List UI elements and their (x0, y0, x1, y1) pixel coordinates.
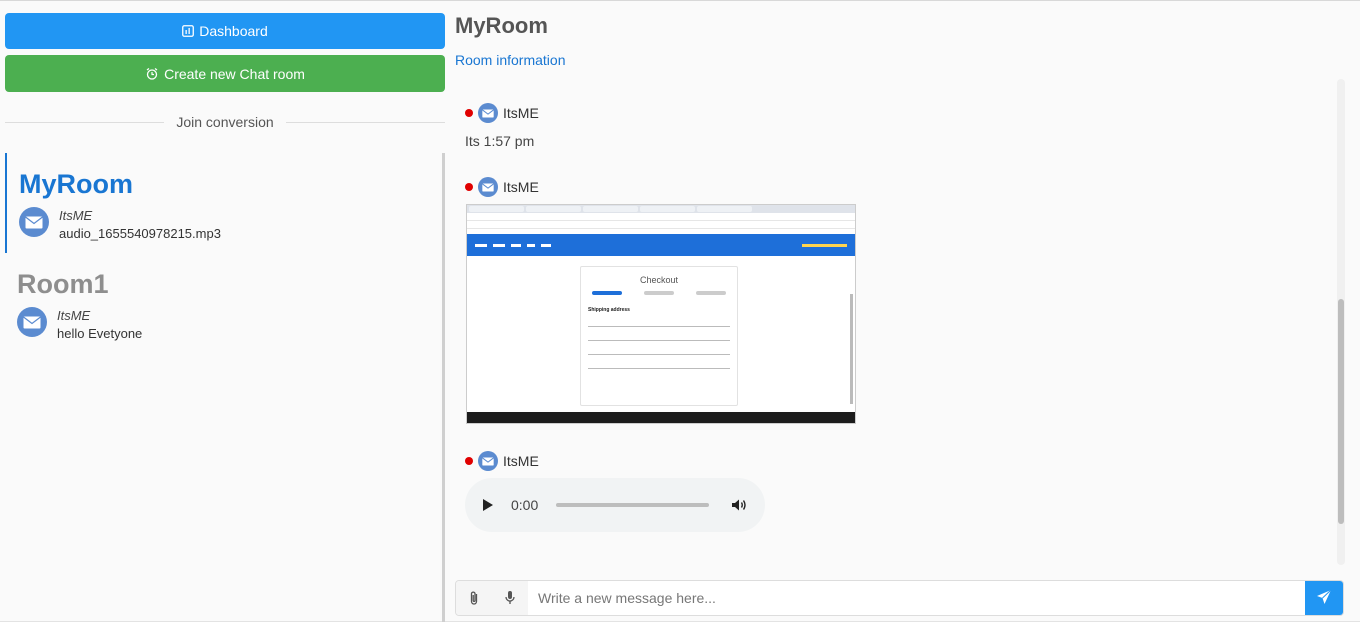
online-status-dot (465, 183, 473, 191)
room-information-link[interactable]: Room information (455, 52, 566, 68)
image-shipping-heading: Shipping address (588, 307, 630, 313)
message-sender: ItsME (503, 453, 539, 469)
room-list: MyRoom ItsME audio_1655540978215.mp3 Roo… (5, 153, 445, 622)
message-text: Its 1:57 pm (465, 133, 535, 149)
audio-player: 0:00 (465, 478, 765, 532)
message-scrollbar[interactable] (1337, 79, 1345, 565)
envelope-icon (478, 451, 498, 471)
room-preview: ItsME audio_1655540978215.mp3 (59, 207, 221, 243)
image-bookmarks-bar (467, 221, 855, 229)
image-checkout-card: Checkout Shipping address (580, 266, 738, 406)
room-name: MyRoom (19, 169, 133, 199)
message-image[interactable]: Checkout Shipping address (466, 204, 856, 424)
room-name: Room1 (17, 269, 109, 299)
envelope-icon (478, 177, 498, 197)
chat-title: MyRoom (455, 13, 548, 38)
paperclip-icon[interactable] (456, 581, 492, 615)
room-last-message: audio_1655540978215.mp3 (59, 226, 221, 241)
room-sender: ItsME (59, 208, 93, 223)
envelope-icon (478, 103, 498, 123)
create-room-button[interactable]: Create new Chat room (5, 55, 445, 92)
image-checkout-title: Checkout (639, 275, 679, 285)
room-item-myroom[interactable]: MyRoom ItsME audio_1655540978215.mp3 (5, 153, 442, 253)
room-preview: ItsME hello Evetyone (57, 307, 142, 343)
room-meta: ItsME hello Evetyone (17, 307, 442, 343)
send-icon (1316, 589, 1332, 608)
image-site-navbar (467, 234, 855, 256)
divider-line-left (5, 121, 165, 123)
dashboard-button[interactable]: Dashboard (5, 13, 445, 49)
message-sender: ItsME (503, 105, 539, 121)
create-room-label: Create new Chat room (164, 65, 305, 82)
dashboard-icon (182, 25, 195, 37)
room-meta: ItsME audio_1655540978215.mp3 (19, 207, 442, 243)
message-header: ItsME (465, 177, 539, 197)
online-status-dot (465, 109, 473, 117)
audio-progress-track[interactable] (556, 503, 709, 507)
microphone-icon[interactable] (492, 581, 528, 615)
sidebar: Dashboard Create new Chat room Join conv… (0, 1, 450, 622)
message-sender: ItsME (503, 179, 539, 195)
message-input[interactable] (528, 581, 1305, 615)
image-checkout-steps (581, 291, 737, 295)
message-list: ItsME Its 1:57 pm ItsME Checkout Shippin… (455, 79, 1345, 569)
volume-icon[interactable] (731, 498, 747, 512)
room-sender: ItsME (57, 308, 91, 323)
image-address-bar (467, 213, 855, 221)
message-header: ItsME (465, 103, 539, 123)
online-status-dot (465, 457, 473, 465)
envelope-icon (19, 207, 49, 237)
message-header: ItsME (465, 451, 539, 471)
divider-line-right (285, 121, 445, 123)
envelope-icon (17, 307, 47, 337)
alarm-icon (145, 67, 159, 81)
message-composer (455, 580, 1344, 616)
room-last-message: hello Evetyone (57, 326, 143, 341)
join-divider: Join conversion (5, 112, 445, 132)
play-icon[interactable] (483, 499, 493, 511)
join-divider-text: Join conversion (176, 114, 274, 130)
audio-time: 0:00 (511, 497, 539, 513)
send-button[interactable] (1305, 581, 1343, 615)
image-browser-tabs (467, 205, 855, 213)
chat-panel: MyRoom Room information ItsME Its 1:57 p… (455, 1, 1360, 621)
scrollbar-thumb[interactable] (1338, 299, 1344, 524)
room-item-room1[interactable]: Room1 ItsME hello Evetyone (5, 253, 442, 353)
image-taskbar (467, 412, 855, 423)
image-page-body: Checkout Shipping address (467, 256, 855, 406)
dashboard-label: Dashboard (199, 23, 268, 39)
